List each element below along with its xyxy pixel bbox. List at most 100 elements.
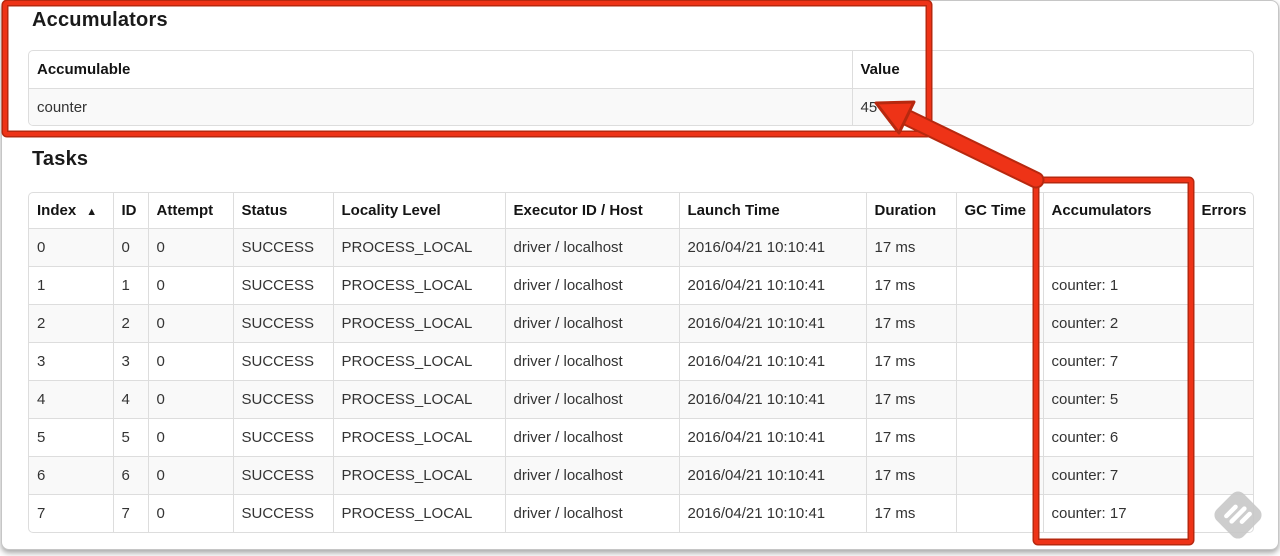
cell-accumulators: counter: 7 [1042,456,1194,495]
cell-locality-level: PROCESS_LOCAL [332,342,506,381]
cell-locality-level: PROCESS_LOCAL [332,228,506,267]
cell-accumulators: counter: 6 [1042,418,1194,457]
accumulator-row: counter 45 [29,88,1253,125]
cell-executor: driver / localhost [504,266,680,305]
cell-attempt: 0 [147,418,234,457]
column-header-status[interactable]: Status [232,193,334,229]
task-row: 4 4 0 SUCCESS PROCESS_LOCAL driver / loc… [29,380,1253,419]
cell-status: SUCCESS [232,418,334,457]
task-row: 2 2 0 SUCCESS PROCESS_LOCAL driver / loc… [29,304,1253,343]
cell-gc-time [955,494,1044,532]
column-header-attempt[interactable]: Attempt [147,193,234,229]
cell-gc-time [955,342,1044,381]
cell-status: SUCCESS [232,380,334,419]
cell-duration: 17 ms [865,456,957,495]
cell-locality-level: PROCESS_LOCAL [332,418,506,457]
cell-accumulators: counter: 7 [1042,342,1194,381]
cell-accumulators: counter: 17 [1042,494,1194,532]
column-header-gc-time[interactable]: GC Time [955,193,1044,229]
cell-index: 2 [29,304,114,343]
cell-index: 4 [29,380,114,419]
cell-errors [1192,418,1253,457]
cell-locality-level: PROCESS_LOCAL [332,304,506,343]
cell-gc-time [955,418,1044,457]
cell-launch-time: 2016/04/21 10:10:41 [678,456,867,495]
cell-index: 1 [29,266,114,305]
cell-accumulators: counter: 2 [1042,304,1194,343]
cell-errors [1192,228,1253,267]
accumulators-section-title: Accumulators [32,9,168,31]
task-row: 1 1 0 SUCCESS PROCESS_LOCAL driver / loc… [29,266,1253,305]
cell-status: SUCCESS [232,456,334,495]
column-header-accumulators[interactable]: Accumulators [1042,193,1194,229]
column-header-duration[interactable]: Duration [865,193,957,229]
column-header-index[interactable]: Index ▲ [29,193,114,229]
cell-status: SUCCESS [232,228,334,267]
cell-status: SUCCESS [232,304,334,343]
cell-attempt: 0 [147,342,234,381]
cell-errors [1192,342,1253,381]
cell-executor: driver / localhost [504,456,680,495]
accumulators-header-row: Accumulable Value [29,51,1253,89]
column-header-launch-time[interactable]: Launch Time [678,193,867,229]
cell-executor: driver / localhost [504,342,680,381]
cell-attempt: 0 [147,380,234,419]
cell-duration: 17 ms [865,342,957,381]
cell-gc-time [955,380,1044,419]
cell-locality-level: PROCESS_LOCAL [332,266,506,305]
cell-errors [1192,380,1253,419]
task-row: 0 0 0 SUCCESS PROCESS_LOCAL driver / loc… [29,228,1253,267]
cell-executor: driver / localhost [504,304,680,343]
cell-accumulators: counter: 1 [1042,266,1194,305]
column-header-errors[interactable]: Errors [1192,193,1253,229]
cell-duration: 17 ms [865,380,957,419]
column-header-index-label: Index [37,202,77,219]
cell-executor: driver / localhost [504,494,680,532]
cell-index: 5 [29,418,114,457]
cell-index: 6 [29,456,114,495]
cell-accumulators [1042,228,1194,267]
screenshot-frame: Accumulators Accumulable Value counter 4… [1,0,1279,550]
cell-locality-level: PROCESS_LOCAL [332,494,506,532]
task-row: 6 6 0 SUCCESS PROCESS_LOCAL driver / loc… [29,456,1253,495]
column-header-locality-level[interactable]: Locality Level [332,193,506,229]
cell-index: 3 [29,342,114,381]
tasks-section-title: Tasks [32,148,89,170]
cell-duration: 17 ms [865,304,957,343]
cell-gc-time [955,456,1044,495]
cell-duration: 17 ms [865,266,957,305]
cell-id: 7 [112,494,149,532]
cell-duration: 17 ms [865,228,957,267]
cell-attempt: 0 [147,304,234,343]
cell-id: 0 [112,228,149,267]
cell-id: 3 [112,342,149,381]
cell-accumulable-value: 45 [851,88,1253,125]
cell-locality-level: PROCESS_LOCAL [332,456,506,495]
cell-launch-time: 2016/04/21 10:10:41 [678,494,867,532]
cell-locality-level: PROCESS_LOCAL [332,380,506,419]
column-header-executor-id-host[interactable]: Executor ID / Host [504,193,680,229]
cell-id: 5 [112,418,149,457]
cell-attempt: 0 [147,456,234,495]
cell-errors [1192,266,1253,305]
cell-accumulators: counter: 5 [1042,380,1194,419]
column-header-accumulable: Accumulable [29,51,853,89]
cell-id: 1 [112,266,149,305]
cell-errors [1192,494,1253,532]
sort-ascending-icon[interactable]: ▲ [86,206,97,218]
cell-executor: driver / localhost [504,380,680,419]
cell-launch-time: 2016/04/21 10:10:41 [678,304,867,343]
cell-index: 0 [29,228,114,267]
cell-launch-time: 2016/04/21 10:10:41 [678,418,867,457]
cell-id: 6 [112,456,149,495]
cell-gc-time [955,228,1044,267]
cell-attempt: 0 [147,228,234,267]
column-header-id[interactable]: ID [112,193,149,229]
cell-errors [1192,456,1253,495]
cell-launch-time: 2016/04/21 10:10:41 [678,228,867,267]
cell-status: SUCCESS [232,494,334,532]
cell-id: 2 [112,304,149,343]
cell-launch-time: 2016/04/21 10:10:41 [678,380,867,419]
cell-errors [1192,304,1253,343]
cell-index: 7 [29,494,114,532]
